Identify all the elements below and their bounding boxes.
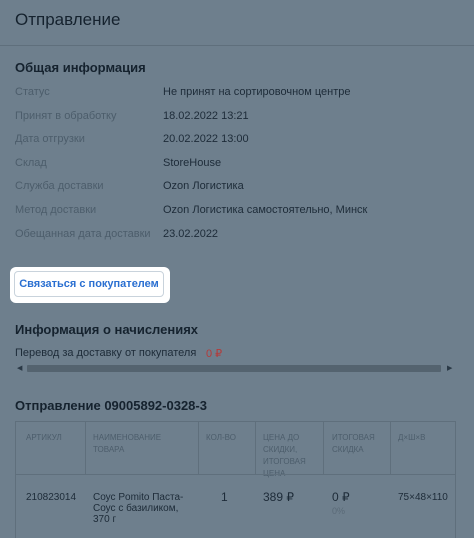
promised-date-value: 23.02.2022: [163, 228, 219, 240]
shipment-heading: Отправление 09005892-0328-3: [15, 398, 207, 413]
row-price: 389 ₽: [263, 490, 294, 504]
scroll-left-icon[interactable]: ◀: [17, 364, 22, 372]
column-discount: ИТОГОВАЯ СКИДКА: [332, 433, 375, 454]
shipping-date-value: 20.02.2022 13:00: [163, 133, 249, 145]
column-divider: [255, 422, 256, 474]
column-divider: [323, 422, 324, 474]
column-divider: [198, 422, 199, 474]
contact-buyer-button[interactable]: Связаться с покупателем: [14, 271, 164, 297]
promised-date-label: Обещанная дата доставки: [15, 228, 151, 240]
column-dims: Д×Ш×В: [398, 433, 426, 442]
delivery-service-value: Ozon Логистика: [163, 180, 244, 192]
delivery-method-value: Ozon Логистика самостоятельно, Минск: [163, 204, 368, 216]
column-price: ЦЕНА ДО СКИДКИ, ИТОГОВАЯ ЦЕНА: [263, 433, 306, 478]
row-sku: 210823014: [26, 492, 77, 503]
row-product-name: Соус Pomito Паста-Соус с базиликом, 370 …: [93, 492, 184, 525]
row-discount: 0 ₽: [332, 490, 350, 504]
header-row-divider: [16, 474, 455, 475]
delivery-service-label: Служба доставки: [15, 180, 104, 192]
delivery-transfer-label: Перевод за доставку от покупателя: [15, 347, 197, 359]
row-qty: 1: [221, 490, 228, 504]
contact-highlight: Связаться с покупателем: [10, 267, 170, 303]
accepted-value: 18.02.2022 13:21: [163, 110, 249, 122]
scrollbar-thumb[interactable]: [27, 365, 441, 372]
column-qty: КОЛ-ВО: [206, 433, 236, 442]
page-title: Отправление: [15, 10, 121, 29]
charges-heading: Информация о начислениях: [15, 322, 199, 337]
horizontal-scrollbar[interactable]: ◀ ▶: [15, 363, 456, 374]
status-value: Не принят на сортировочном центре: [163, 86, 351, 98]
warehouse-value: StoreHouse: [163, 157, 222, 169]
accepted-label: Принят в обработку: [15, 110, 117, 122]
column-sku: АРТИКУЛ: [26, 433, 62, 442]
column-name: НАИМЕНОВАНИЕ ТОВАРА: [93, 433, 162, 454]
warehouse-label: Склад: [15, 157, 47, 169]
general-info-heading: Общая информация: [15, 60, 146, 75]
header-divider: [0, 45, 474, 46]
scroll-right-icon[interactable]: ▶: [447, 364, 452, 372]
delivery-method-label: Метод доставки: [15, 204, 97, 216]
row-discount-percent: 0%: [332, 506, 346, 516]
shipping-date-label: Дата отгрузки: [15, 133, 85, 145]
status-label: Статус: [15, 86, 50, 98]
row-dimensions: 75×48×110: [398, 492, 448, 503]
shipment-table: АРТИКУЛ НАИМЕНОВАНИЕ ТОВАРА КОЛ-ВО ЦЕНА …: [15, 421, 456, 538]
column-divider: [85, 422, 86, 474]
delivery-transfer-value: 0 ₽: [206, 348, 223, 360]
column-divider: [390, 422, 391, 474]
